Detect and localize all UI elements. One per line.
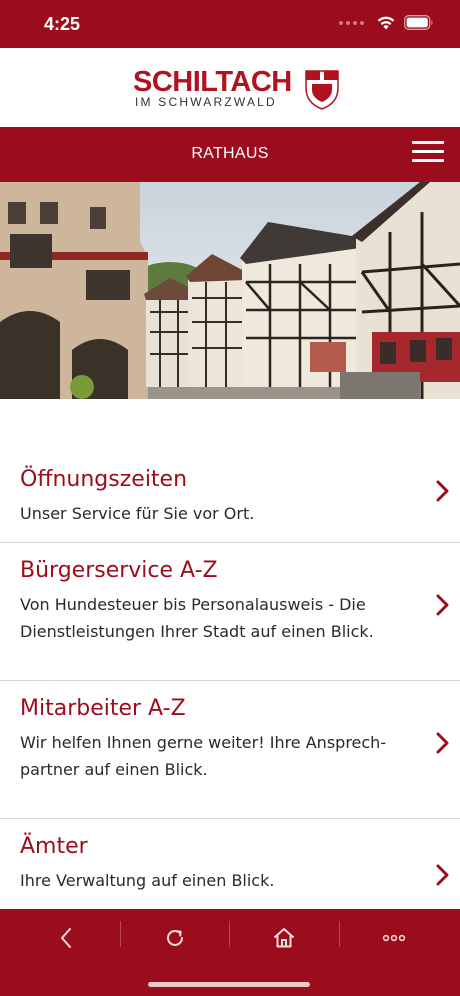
chevron-right-icon: [436, 732, 449, 754]
item-title: Öffnungszeiten: [20, 467, 188, 492]
home-indicator[interactable]: [148, 982, 310, 987]
reload-button[interactable]: [120, 915, 230, 961]
more-button[interactable]: [339, 915, 449, 961]
hamburger-menu-icon[interactable]: [412, 141, 444, 167]
item-title: Ämter: [20, 834, 88, 859]
more-icon: [382, 934, 406, 942]
chevron-right-icon: [436, 594, 449, 616]
list-item-aemter[interactable]: Ämter Ihre Verwaltung auf einen Blick.: [0, 819, 460, 919]
logo-bar: SCHILTACH IM SCHWARZWALD: [0, 48, 460, 127]
header-bar: RATHAUS: [0, 127, 460, 182]
battery-icon: [404, 15, 433, 30]
list-item-oeffnungszeiten[interactable]: Öffnungszeiten Unser Service für Sie vor…: [0, 452, 460, 543]
item-description: Unser Service für Sie vor Ort.: [20, 504, 255, 523]
back-button[interactable]: [11, 915, 121, 961]
logo-sub-text: IM SCHWARZWALD: [135, 95, 277, 109]
status-bar: 4:25: [0, 0, 460, 48]
logo[interactable]: SCHILTACH IM SCHWARZWALD: [133, 66, 343, 112]
coat-of-arms-icon: [305, 70, 339, 110]
reload-icon: [167, 929, 183, 946]
item-title: Bürgerservice A-Z: [20, 558, 218, 583]
list-item-mitarbeiter[interactable]: Mitarbeiter A-Z Wir helfen Ihnen gerne w…: [0, 681, 460, 819]
status-time: 4:25: [44, 14, 81, 34]
item-description: Wir helfen Ihnen gerne weiter! Ihre Ansp…: [20, 733, 387, 779]
hero-image: [0, 182, 460, 399]
logo-main-text: SCHILTACH: [133, 66, 292, 98]
item-description: Von Hundesteuer bis Personalausweis - Di…: [20, 595, 374, 641]
item-title: Mitarbeiter A-Z: [20, 696, 186, 721]
rathaus-list: Öffnungszeiten Unser Service für Sie vor…: [0, 452, 460, 919]
page-title: RATHAUS: [191, 145, 269, 162]
home-icon: [274, 928, 294, 948]
bottom-nav: [0, 909, 460, 996]
home-button[interactable]: [229, 915, 339, 961]
chevron-right-icon: [436, 480, 449, 502]
item-description: Ihre Verwaltung auf einen Blick.: [20, 871, 275, 890]
chevron-right-icon: [436, 864, 449, 886]
signal-icon: [339, 20, 364, 25]
wifi-icon: [377, 16, 395, 30]
back-icon: [61, 928, 71, 948]
list-item-buergerservice[interactable]: Bürgerservice A-Z Von Hundesteuer bis Pe…: [0, 543, 460, 681]
status-icons: [339, 15, 434, 30]
